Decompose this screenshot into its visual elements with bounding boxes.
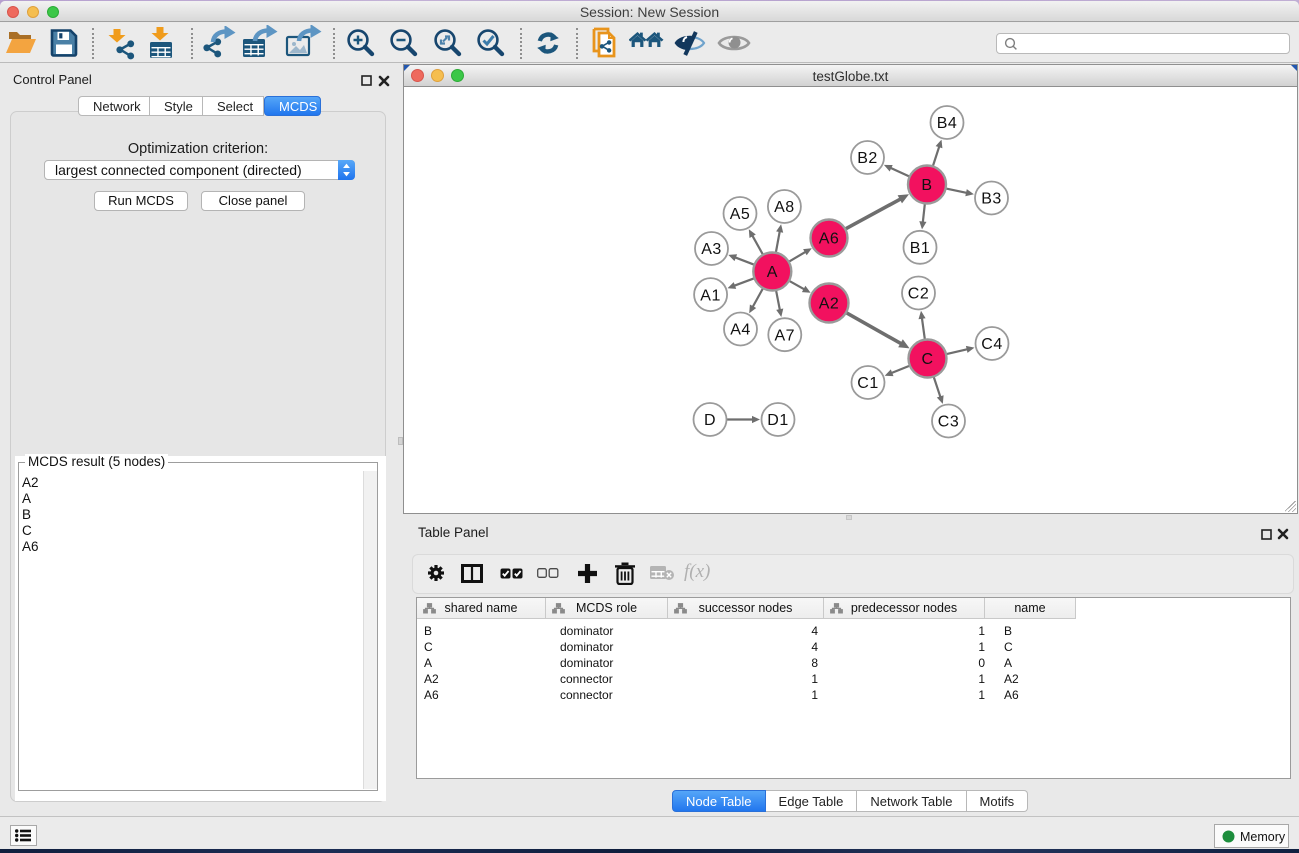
svg-text:A8: A8: [774, 199, 795, 216]
svg-text:C2: C2: [908, 286, 929, 303]
svg-text:B1: B1: [910, 240, 931, 257]
svg-text:B4: B4: [937, 115, 958, 132]
svg-text:A6: A6: [819, 231, 840, 248]
svg-text:A5: A5: [730, 206, 751, 223]
svg-text:D: D: [704, 412, 716, 429]
svg-text:C3: C3: [938, 414, 959, 431]
svg-text:D1: D1: [767, 412, 788, 429]
svg-text:B: B: [921, 177, 932, 194]
svg-text:A: A: [767, 264, 778, 281]
svg-text:A4: A4: [730, 322, 751, 339]
svg-text:C: C: [921, 351, 933, 368]
svg-text:C4: C4: [981, 336, 1002, 353]
svg-text:B2: B2: [857, 150, 878, 167]
svg-text:A7: A7: [775, 327, 796, 344]
svg-text:A3: A3: [701, 241, 722, 258]
svg-text:B3: B3: [981, 191, 1002, 208]
svg-text:A2: A2: [819, 296, 840, 313]
svg-text:A1: A1: [700, 287, 721, 304]
svg-text:C1: C1: [857, 375, 878, 392]
